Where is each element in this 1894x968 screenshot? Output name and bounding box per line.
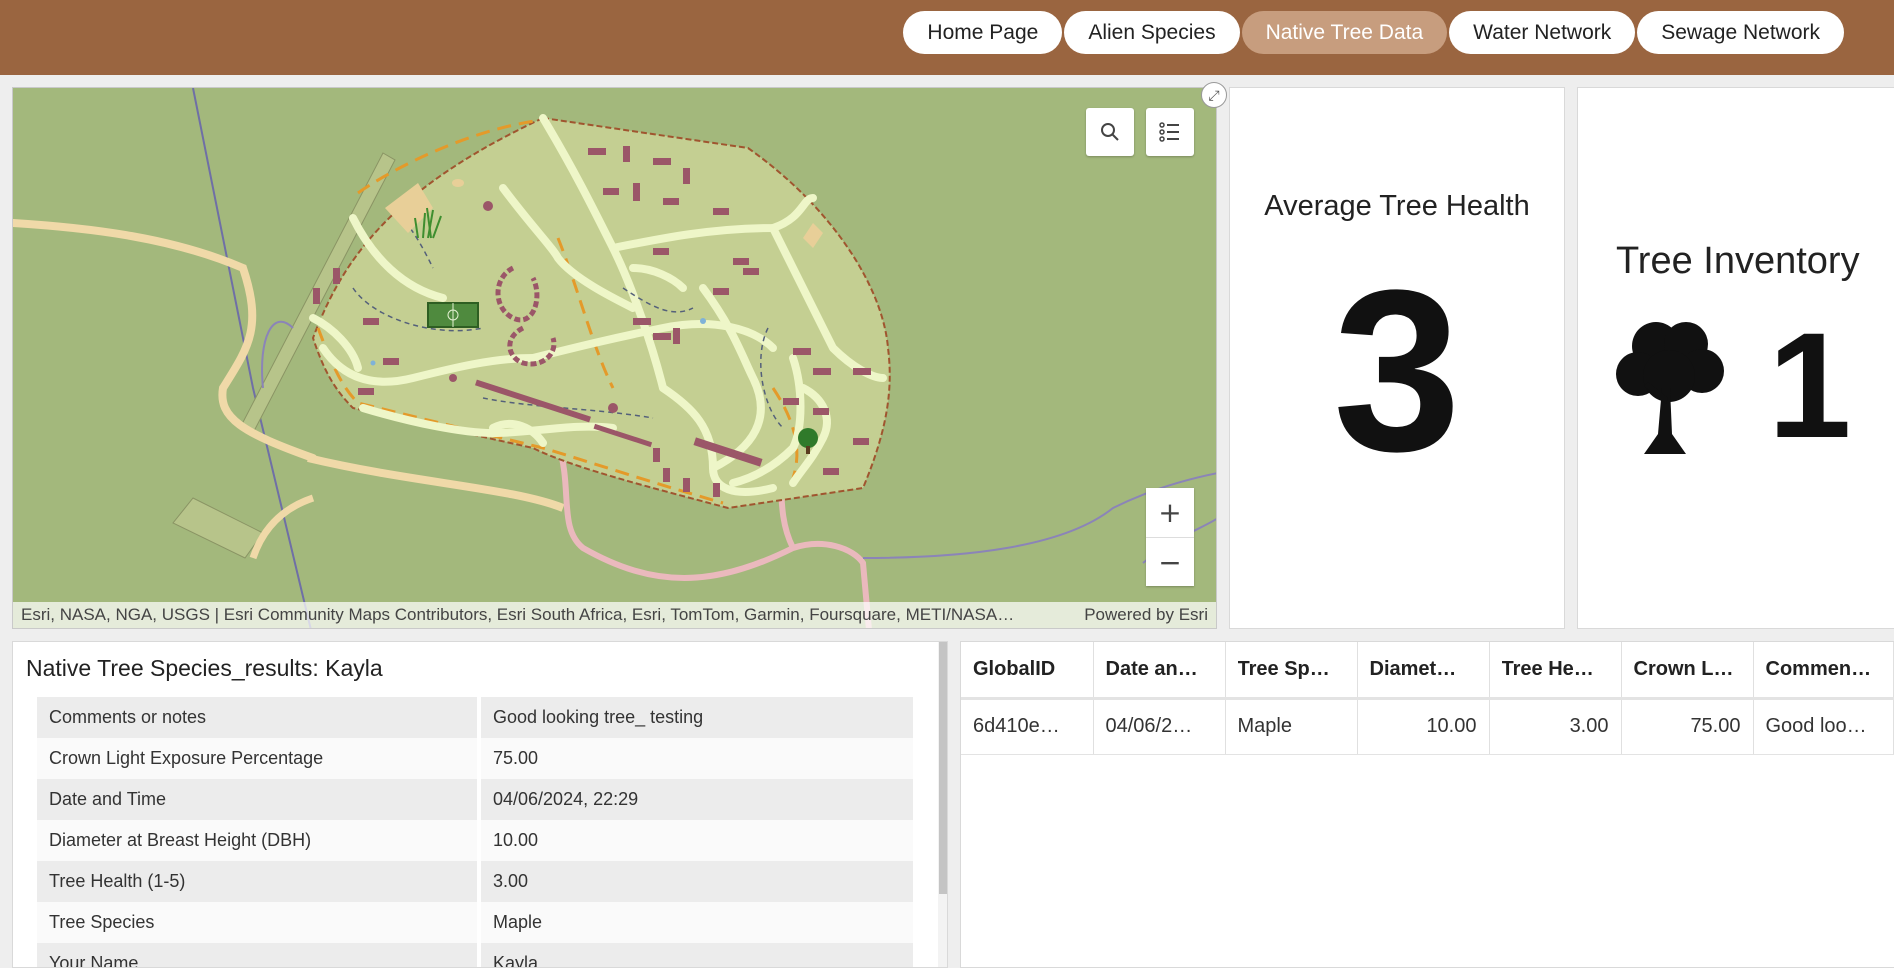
indicator-title: Tree Inventory [1616,240,1860,282]
tree-inventory-card: Tree Inventory 1 [1577,87,1894,629]
indicator-value: 1 [1768,301,1852,469]
column-header-comments[interactable]: Commen… [1753,642,1894,700]
cell-globalid: 6d410e… [961,698,1094,755]
feature-details-panel: Native Tree Species_results: Kayla Comme… [12,641,948,968]
attribute-row: Comments or notes Good looking tree_ test… [37,697,917,738]
nav-bar: Home Page Alien Species Native Tree Data… [903,11,1844,54]
map-legend-button[interactable] [1146,108,1194,156]
header-row: GlobalID Date an… Tree Sp… Diamet… Tree … [961,642,1894,700]
attribute-key: Your Name [37,943,481,967]
average-tree-health-card: Average Tree Health 3 [1229,87,1565,629]
nav-home-page[interactable]: Home Page [903,11,1063,54]
powered-by-esri[interactable]: Powered by Esri [1084,605,1208,625]
app-header: Home Page Alien Species Native Tree Data… [0,0,1894,75]
column-header-tree-species[interactable]: Tree Sp… [1225,642,1358,700]
attribute-row: Date and Time 04/06/2024, 22:29 [37,779,917,820]
indicator-value: 3 [1333,242,1461,499]
scrollbar-thumb[interactable] [939,642,947,894]
map-view[interactable]: + − Esri, NASA, NGA, USGS | Esri Communi… [12,87,1217,629]
attribute-value: Kayla [479,943,917,967]
attribute-key: Tree Health (1-5) [37,861,481,902]
attribute-table: Comments or notes Good looking tree_ test… [37,697,917,967]
attribute-value: Maple [479,902,917,943]
nav-native-tree-data[interactable]: Native Tree Data [1241,11,1448,54]
map-search-button[interactable] [1086,108,1134,156]
legend-list-icon [1159,122,1179,142]
attribute-row: Your Name Kayla [37,943,917,967]
cell-diameter: 10.00 [1357,698,1490,755]
cell-tree-species: Maple [1225,698,1358,755]
nav-water-network[interactable]: Water Network [1449,11,1636,54]
attribute-row: Tree Health (1-5) 3.00 [37,861,917,902]
attribution-text[interactable]: Esri, NASA, NGA, USGS | Esri Community M… [21,605,1014,625]
nav-sewage-network[interactable]: Sewage Network [1637,11,1844,54]
column-header-diameter[interactable]: Diamet… [1357,642,1490,700]
column-header-tree-health[interactable]: Tree He… [1489,642,1622,700]
table-row[interactable]: 6d410e… 04/06/2… Maple 10.00 3.00 75.00 … [961,698,1894,755]
zoom-controls: + − [1146,488,1194,586]
cell-comments: Good loo… [1753,698,1894,755]
cell-tree-health: 3.00 [1489,698,1622,755]
cell-crown-light: 75.00 [1621,698,1754,755]
column-header-globalid[interactable]: GlobalID [961,642,1094,700]
attribute-key: Tree Species [37,902,481,943]
nav-alien-species[interactable]: Alien Species [1064,11,1240,54]
column-header-crown-light[interactable]: Crown L… [1621,642,1754,700]
column-header-date[interactable]: Date an… [1093,642,1226,700]
attribute-value: 04/06/2024, 22:29 [479,779,917,820]
map-attribution: Esri, NASA, NGA, USGS | Esri Community M… [13,602,1216,628]
attribute-value: 75.00 [479,738,917,779]
tree-icon [1616,322,1724,454]
expand-map-button[interactable]: ⤢ [1201,82,1227,108]
attribute-row: Diameter at Breast Height (DBH) 10.00 [37,820,917,861]
details-title: Native Tree Species_results: Kayla [26,655,383,681]
attribute-key: Diameter at Breast Height (DBH) [37,820,481,861]
attribute-row: Crown Light Exposure Percentage 75.00 [37,738,917,779]
zoom-out-button[interactable]: − [1146,537,1194,586]
attribute-key: Date and Time [37,779,481,820]
attribute-value: 10.00 [479,820,917,861]
attribute-row: Tree Species Maple [37,902,917,943]
expand-icon: ⤢ [1208,86,1220,103]
search-icon [1101,123,1119,141]
indicator-title: Average Tree Health [1264,190,1530,222]
attribute-key: Comments or notes [37,697,481,738]
attribute-key: Crown Light Exposure Percentage [37,738,481,779]
attribute-value: Good looking tree_ testing [479,697,917,738]
data-grid: GlobalID Date an… Tree Sp… Diamet… Tree … [961,642,1894,755]
map-basemap[interactable] [13,88,1217,629]
zoom-in-button[interactable]: + [1146,488,1194,537]
feature-table: GlobalID Date an… Tree Sp… Diamet… Tree … [960,641,1894,968]
cell-date: 04/06/2… [1093,698,1226,755]
attribute-value: 3.00 [479,861,917,902]
